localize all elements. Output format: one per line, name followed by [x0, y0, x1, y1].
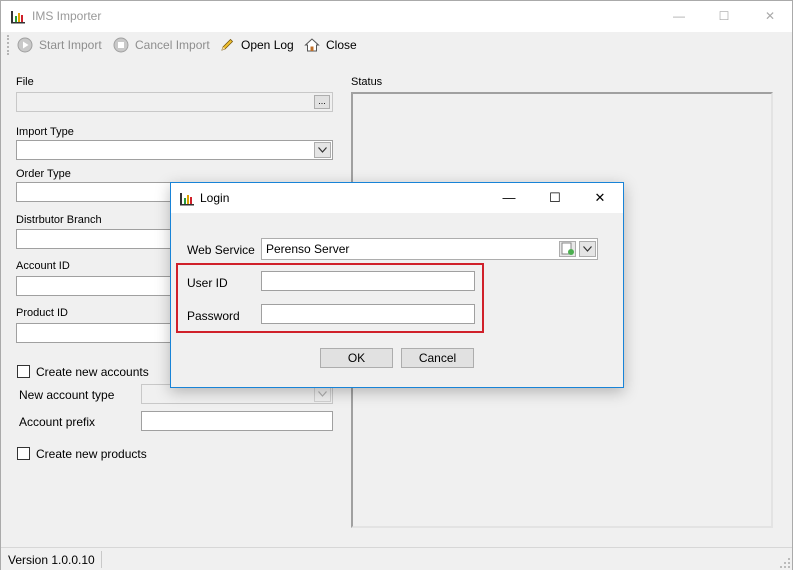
cancel-import-label: Cancel Import	[135, 38, 210, 52]
close-button[interactable]: Close	[304, 35, 357, 55]
highlight-box	[176, 263, 484, 333]
close-label: Close	[326, 38, 357, 52]
play-icon	[17, 37, 33, 53]
login-close-button[interactable]: ✕	[577, 183, 623, 213]
open-log-button[interactable]: Open Log	[219, 35, 294, 55]
status-label: Status	[351, 76, 383, 88]
open-log-label: Open Log	[241, 38, 294, 52]
account-prefix-input[interactable]	[141, 411, 333, 431]
close-window-button[interactable]: ✕	[747, 1, 793, 32]
start-import-label: Start Import	[39, 38, 102, 52]
status-separator	[101, 551, 102, 568]
start-import-button[interactable]: Start Import	[17, 35, 102, 55]
ok-button[interactable]: OK	[320, 348, 393, 368]
chevron-down-icon[interactable]	[579, 241, 596, 257]
version-text: Version 1.0.0.10	[8, 553, 95, 567]
document-gear-icon	[561, 242, 574, 255]
product-id-label: Product ID	[16, 307, 68, 319]
chevron-down-icon	[314, 386, 331, 402]
web-service-value: Perenso Server	[266, 242, 350, 256]
login-title-bar: Login — ☐ ✕	[171, 183, 623, 213]
create-new-accounts-checkbox[interactable]	[17, 365, 30, 378]
cancel-button[interactable]: Cancel	[401, 348, 474, 368]
toolbar: Start Import Cancel Import Open Log Clos…	[1, 32, 792, 59]
account-prefix-label: Account prefix	[19, 415, 96, 429]
title-bar: IMS Importer — ☐ ✕	[1, 1, 792, 32]
chart-icon	[11, 11, 25, 24]
login-title: Login	[200, 191, 230, 205]
chevron-down-icon[interactable]	[314, 142, 331, 158]
import-type-label: Import Type	[16, 126, 74, 138]
status-bar: Version 1.0.0.10	[1, 547, 792, 570]
maximize-button[interactable]: ☐	[701, 1, 747, 32]
stop-icon	[113, 37, 129, 53]
chart-icon	[180, 193, 194, 206]
minimize-button[interactable]: —	[656, 1, 702, 32]
home-icon	[304, 37, 320, 53]
create-new-accounts-label: Create new accounts	[36, 365, 149, 379]
window-title: IMS Importer	[32, 9, 102, 23]
account-id-label: Account ID	[16, 260, 70, 272]
create-new-products-checkbox[interactable]	[17, 447, 30, 460]
new-account-type-label: New account type	[19, 388, 115, 402]
login-maximize-button[interactable]: ☐	[532, 183, 578, 213]
browse-button[interactable]: ...	[314, 95, 330, 109]
order-type-label: Order Type	[16, 168, 71, 180]
import-type-select[interactable]	[16, 140, 333, 160]
pencil-icon	[219, 37, 235, 53]
login-minimize-button[interactable]: —	[486, 183, 532, 213]
cancel-import-button[interactable]: Cancel Import	[113, 35, 210, 55]
server-settings-button[interactable]	[559, 241, 576, 257]
resize-grip-icon[interactable]	[780, 558, 790, 568]
web-service-select[interactable]: Perenso Server	[261, 238, 598, 260]
distributor-branch-label: Distrbutor Branch	[16, 214, 102, 226]
create-new-products-label: Create new products	[36, 447, 147, 461]
file-field[interactable]: ...	[16, 92, 333, 112]
file-label: File	[16, 76, 34, 88]
web-service-label: Web Service	[187, 243, 255, 257]
toolbar-grip	[7, 35, 10, 55]
